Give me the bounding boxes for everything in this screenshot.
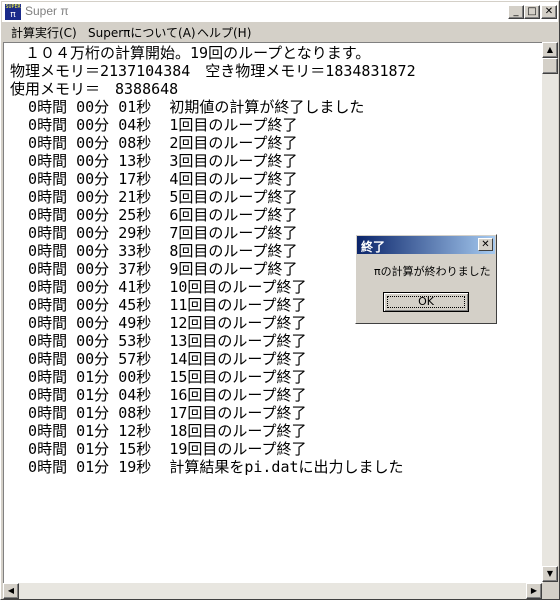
minimize-button[interactable]: _ bbox=[508, 5, 524, 19]
window-title: Super π bbox=[25, 4, 69, 18]
log-line: 0時間 00分 17秒 4回目のループ終了 bbox=[10, 170, 298, 188]
log-line: 0時間 01分 15秒 19回目のループ終了 bbox=[10, 440, 307, 458]
app-window: SUPER π Super π _ □ ✕ 計算実行(C) Superπについて… bbox=[0, 0, 560, 600]
log-line: 0時間 01分 08秒 17回目のループ終了 bbox=[10, 404, 307, 422]
dialog-title: 終了 bbox=[361, 240, 386, 254]
log-line: 0時間 01分 19秒 計算結果をpi.datに出力しました bbox=[10, 458, 404, 476]
focus-rect bbox=[387, 296, 465, 308]
close-icon: ✕ bbox=[481, 239, 490, 250]
down-arrow-icon: ▼ bbox=[546, 569, 554, 578]
menu-run[interactable]: 計算実行(C) bbox=[11, 24, 77, 41]
dialog-message: πの計算が終わりました bbox=[374, 265, 491, 278]
scroll-down-button[interactable]: ▼ bbox=[542, 566, 558, 582]
log-line: 使用メモリ＝ 8388648 bbox=[10, 80, 179, 98]
log-line: 物理メモリ＝2137104384 空き物理メモリ＝1834831872 bbox=[10, 62, 416, 80]
log-line: 0時間 00分 57秒 14回目のループ終了 bbox=[10, 350, 307, 368]
left-arrow-icon: ◀ bbox=[7, 586, 15, 595]
scroll-right-button[interactable]: ▶ bbox=[526, 583, 542, 599]
dialog-title-bar[interactable]: 終了 ✕ bbox=[357, 236, 495, 254]
right-arrow-icon: ▶ bbox=[530, 586, 538, 595]
scroll-left-button[interactable]: ◀ bbox=[3, 583, 19, 599]
app-icon[interactable]: SUPER π bbox=[5, 4, 21, 20]
log-line: 0時間 00分 25秒 6回目のループ終了 bbox=[10, 206, 298, 224]
close-icon: ✕ bbox=[544, 6, 554, 17]
menu-help[interactable]: ヘルプ(H) bbox=[197, 24, 251, 41]
title-bar[interactable]: SUPER π Super π _ □ ✕ bbox=[2, 2, 558, 22]
log-line: 0時間 00分 08秒 2回目のループ終了 bbox=[10, 134, 298, 152]
up-arrow-icon: ▲ bbox=[546, 45, 554, 54]
horizontal-scrollbar[interactable]: ◀ ▶ bbox=[3, 583, 542, 599]
maximize-icon: □ bbox=[527, 6, 537, 17]
app-icon-symbol: π bbox=[10, 10, 16, 20]
menu-bar: 計算実行(C) Superπについて(A) ヘルプ(H) bbox=[2, 22, 558, 41]
scroll-up-button[interactable]: ▲ bbox=[542, 42, 558, 58]
scrollbar-corner bbox=[542, 583, 558, 599]
log-line: 0時間 01分 12秒 18回目のループ終了 bbox=[10, 422, 307, 440]
log-line: 0時間 00分 04秒 1回目のループ終了 bbox=[10, 116, 298, 134]
log-line: 0時間 00分 21秒 5回目のループ終了 bbox=[10, 188, 298, 206]
vertical-scrollbar[interactable]: ▲ ▼ bbox=[542, 42, 558, 582]
log-line: 0時間 00分 53秒 13回目のループ終了 bbox=[10, 332, 307, 350]
ok-button[interactable]: OK bbox=[383, 292, 469, 312]
dialog-close-button[interactable]: ✕ bbox=[478, 238, 493, 251]
minimize-icon: _ bbox=[513, 6, 519, 17]
maximize-button[interactable]: □ bbox=[524, 5, 540, 19]
menu-about[interactable]: Superπについて(A) bbox=[88, 24, 196, 41]
log-line: 0時間 01分 04秒 16回目のループ終了 bbox=[10, 386, 307, 404]
log-line: １０４万桁の計算開始。19回のループとなります。 bbox=[10, 44, 371, 62]
vertical-scroll-thumb[interactable] bbox=[542, 58, 558, 74]
log-line: 0時間 00分 13秒 3回目のループ終了 bbox=[10, 152, 298, 170]
finish-dialog: 終了 ✕ πの計算が終わりました OK bbox=[355, 234, 497, 324]
close-button[interactable]: ✕ bbox=[541, 5, 557, 19]
log-line: 0時間 00分 01秒 初期値の計算が終了しました bbox=[10, 98, 365, 116]
log-line: 0時間 01分 00秒 15回目のループ終了 bbox=[10, 368, 307, 386]
